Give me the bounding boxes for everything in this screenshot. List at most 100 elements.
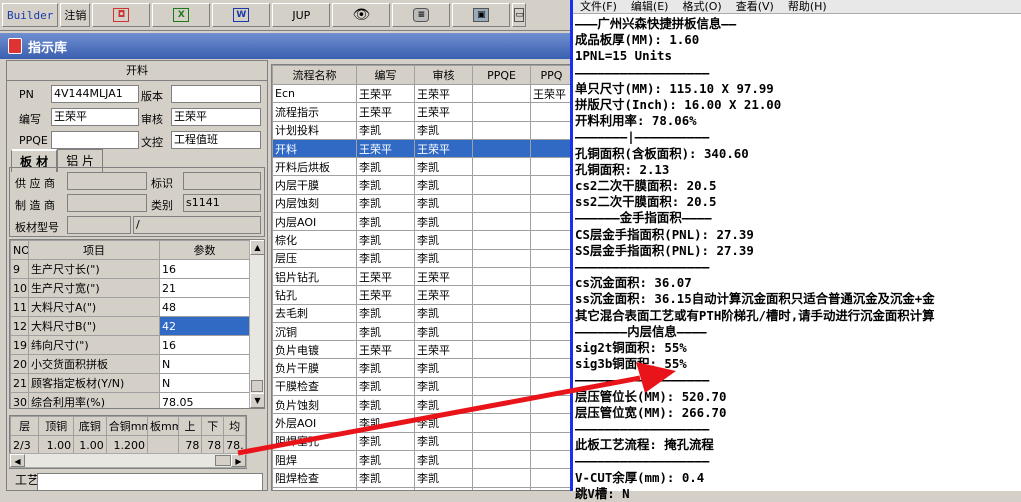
process-cell[interactable]: 王荣平: [356, 266, 415, 287]
process-cell[interactable]: 铝片钻孔: [272, 266, 357, 287]
process-cell[interactable]: 负片蚀刻: [272, 395, 357, 415]
table-row[interactable]: 负片电镀 王荣平 王荣平: [272, 340, 570, 360]
process-cell[interactable]: 李凯: [414, 193, 473, 214]
writer-field[interactable]: 王荣平: [51, 108, 139, 126]
model-field-b[interactable]: /: [133, 216, 261, 234]
table-row[interactable]: 阻焊塞孔 李凯 李凯: [272, 431, 570, 451]
powerpoint-button[interactable]: ◘: [92, 3, 151, 27]
scroll-left-button[interactable]: ◀: [10, 454, 25, 467]
table-row[interactable]: 负片蚀刻 李凯 李凯: [272, 395, 570, 415]
process-header[interactable]: PPQ: [530, 65, 570, 85]
process-cell[interactable]: 棕化: [272, 230, 357, 250]
scroll-down-button[interactable]: ▼: [250, 393, 264, 408]
param-cell-value[interactable]: 48: [159, 297, 250, 317]
param-cell-item[interactable]: 综合利用率(%): [28, 392, 160, 408]
process-cell[interactable]: [530, 157, 570, 177]
process-cell[interactable]: 王荣平: [414, 102, 473, 122]
layer-hscroll[interactable]: ◀ ▶: [9, 453, 247, 468]
process-cell[interactable]: 王荣平: [356, 83, 415, 104]
menu-item[interactable]: 帮助(H): [781, 0, 834, 13]
param-cell-no[interactable]: 11: [10, 297, 29, 317]
process-cell[interactable]: [472, 395, 531, 415]
process-cell[interactable]: 王荣平: [414, 285, 473, 305]
layer-cell[interactable]: 1.200: [105, 435, 149, 455]
param-scrollbar[interactable]: ▲ ▼: [249, 240, 264, 408]
param-header-item[interactable]: 项目: [28, 240, 160, 260]
process-cell[interactable]: 外层AOI: [272, 413, 357, 433]
table-row[interactable]: 层压 李凯 李凯: [272, 248, 570, 268]
layer-header[interactable]: 底铜: [73, 416, 107, 436]
process-cell[interactable]: 王荣平: [356, 340, 415, 360]
param-cell-value[interactable]: 78.05: [159, 392, 250, 408]
jup-button[interactable]: JUP: [272, 3, 331, 27]
process-cell[interactable]: 李凯: [356, 431, 415, 451]
table-row[interactable]: 铝片钻孔 王荣平 王荣平: [272, 266, 570, 287]
process-cell[interactable]: 李凯: [414, 468, 473, 488]
reviewer-field[interactable]: 王荣平: [171, 108, 261, 126]
table-row[interactable]: 计划投料 李凯 李凯: [272, 120, 570, 140]
layer-cell[interactable]: 78.: [223, 435, 246, 455]
network-button[interactable]: ▣: [452, 3, 511, 27]
process-cell[interactable]: 李凯: [356, 468, 415, 488]
process-cell[interactable]: 王荣平: [414, 83, 473, 104]
layer-header[interactable]: 均: [223, 416, 246, 436]
param-cell-no[interactable]: 20: [10, 354, 29, 374]
layer-header[interactable]: 板mm: [147, 416, 179, 436]
process-cell[interactable]: [472, 431, 531, 451]
process-cell[interactable]: [472, 266, 531, 287]
process-cell[interactable]: [472, 175, 531, 195]
table-row[interactable]: 钻孔 王荣平 王荣平: [272, 285, 570, 305]
process-cell[interactable]: 沉金: [272, 486, 357, 490]
process-cell[interactable]: [472, 212, 531, 232]
mark-field[interactable]: [183, 172, 261, 190]
table-row[interactable]: 开料后烘板 李凯 李凯: [272, 157, 570, 177]
layer-header[interactable]: 合铜mm: [105, 416, 149, 436]
process-cell[interactable]: [530, 212, 570, 232]
table-row[interactable]: 内层AOI 李凯 李凯: [272, 212, 570, 232]
process-header[interactable]: 审核: [414, 65, 473, 85]
process-cell[interactable]: 李凯: [356, 212, 415, 232]
process-cell[interactable]: 李凯: [414, 321, 473, 342]
hscroll-thumb[interactable]: [215, 455, 231, 466]
notepad-text[interactable]: ———广州兴森快捷拼板信息—— 成品板厚(MM): 1.60 1PNL=15 Uni…: [573, 14, 1021, 502]
process-header[interactable]: 编写: [356, 65, 415, 85]
process-cell[interactable]: [530, 120, 570, 140]
process-cell[interactable]: 李凯: [356, 321, 415, 342]
table-row[interactable]: 内层干膜 李凯 李凯: [272, 175, 570, 195]
process-cell[interactable]: 内层AOI: [272, 212, 357, 232]
process-cell[interactable]: 李凯: [356, 120, 415, 140]
process-cell[interactable]: [472, 230, 531, 250]
process-cell[interactable]: [530, 266, 570, 287]
process-cell[interactable]: 李凯: [356, 303, 415, 323]
maker-field[interactable]: [67, 194, 147, 212]
table-row[interactable]: 30 综合利用率(%) 78.05: [10, 392, 250, 408]
process-cell[interactable]: 李凯: [414, 120, 473, 140]
layer-header[interactable]: 下: [201, 416, 225, 436]
param-cell-value[interactable]: 42: [159, 316, 250, 336]
process-cell[interactable]: 李凯: [356, 157, 415, 177]
table-row[interactable]: 开料 王荣平 王荣平: [272, 138, 570, 159]
table-row[interactable]: 沉金王荣平王荣平: [272, 486, 570, 490]
extra-button[interactable]: ▭: [512, 3, 527, 27]
process-cell[interactable]: Ecn: [272, 83, 357, 104]
builder-button[interactable]: Builder: [2, 3, 59, 27]
process-cell[interactable]: [472, 413, 531, 433]
process-cell[interactable]: 李凯: [414, 157, 473, 177]
process-cell[interactable]: [530, 449, 570, 470]
menu-item[interactable]: 格式(O): [675, 0, 728, 13]
param-cell-item[interactable]: 纬向尺寸("): [28, 335, 160, 355]
param-header-value[interactable]: 参数: [159, 240, 250, 260]
process-cell[interactable]: 负片干膜: [272, 358, 357, 378]
menu-item[interactable]: 查看(V): [729, 0, 781, 13]
table-row[interactable]: 干膜检查 李凯 李凯: [272, 376, 570, 397]
param-cell-value[interactable]: 16: [159, 259, 250, 279]
table-row[interactable]: 去毛刺 李凯 李凯: [272, 303, 570, 323]
layer-cell[interactable]: 78: [201, 435, 225, 455]
process-cell[interactable]: 王荣平: [356, 138, 415, 159]
layer-header[interactable]: 层: [10, 416, 40, 436]
process-cell[interactable]: [472, 120, 531, 140]
process-cell[interactable]: [530, 285, 570, 305]
menu-item[interactable]: 编辑(E): [624, 0, 676, 13]
model-field-a[interactable]: [67, 216, 131, 234]
param-cell-item[interactable]: 生产尺寸宽("): [28, 278, 160, 298]
